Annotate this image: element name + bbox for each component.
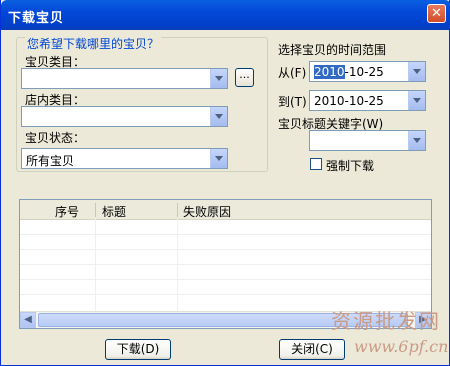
watermark-url: www.6pf.cn — [354, 337, 449, 356]
chevron-down-icon[interactable] — [408, 91, 425, 110]
chevron-down-icon[interactable] — [210, 149, 227, 168]
column-divider[interactable] — [95, 203, 96, 217]
close-icon[interactable]: ✕ — [427, 4, 446, 23]
close-button[interactable]: 关闭(C) — [279, 339, 345, 360]
browse-category-button[interactable]: ... — [235, 68, 254, 87]
status-select[interactable]: 所有宝贝 — [21, 148, 228, 169]
from-date-picker[interactable]: 2010-10-25 — [309, 61, 426, 82]
column-divider[interactable] — [177, 203, 178, 217]
chevron-down-icon[interactable] — [408, 131, 425, 150]
chevron-down-icon[interactable] — [408, 62, 425, 81]
row-gridline — [20, 264, 431, 265]
chevron-down-icon[interactable] — [210, 107, 227, 126]
shop-category-select[interactable] — [21, 106, 228, 127]
time-range-label: 选择宝贝的时间范围 — [278, 43, 387, 57]
column-header-index[interactable]: 序号 — [55, 203, 79, 220]
watermark-text: 资源批发网 — [331, 309, 441, 333]
from-date-label: 从(F) — [278, 66, 307, 80]
row-gridline — [20, 234, 431, 235]
status-select-value: 所有宝贝 — [26, 154, 75, 168]
filter-group-legend: 您希望下载哪里的宝贝？ — [25, 35, 162, 52]
force-download-checkbox[interactable] — [310, 158, 322, 170]
row-gridline — [20, 294, 431, 295]
from-date-value: 2010-10-25 — [314, 65, 384, 79]
download-button[interactable]: 下载(D) — [105, 339, 171, 360]
window-title: 下载宝贝 — [8, 11, 65, 26]
column-header-failure-reason[interactable]: 失败原因 — [183, 203, 231, 220]
scroll-left-icon[interactable]: ◀ — [20, 312, 36, 328]
row-gridline — [20, 249, 431, 250]
to-date-picker[interactable]: 2010-10-25 — [309, 90, 426, 111]
from-date-year-selected: 2010 — [314, 65, 345, 79]
table-header: 序号 标题 失败原因 — [20, 200, 431, 220]
column-header-title[interactable]: 标题 — [102, 203, 126, 220]
chevron-down-icon[interactable] — [210, 69, 227, 88]
from-date-rest: -10-25 — [344, 65, 384, 79]
to-date-value: 2010-10-25 — [314, 94, 384, 108]
download-items-dialog: 下载宝贝 ✕ 您希望下载哪里的宝贝？ 宝贝类目： ... 店内类目： 宝贝状态：… — [0, 0, 450, 366]
category-select[interactable] — [21, 68, 228, 89]
force-download-label[interactable]: 强制下载 — [326, 157, 374, 174]
row-gridline — [20, 279, 431, 280]
title-bar[interactable]: 下载宝贝 ✕ — [1, 0, 450, 30]
column-gridline — [177, 219, 178, 312]
keyword-combo[interactable] — [309, 130, 426, 151]
to-date-label: 到(T) — [278, 95, 307, 109]
column-gridline — [95, 219, 96, 312]
status-label: 宝贝状态： — [25, 131, 86, 145]
